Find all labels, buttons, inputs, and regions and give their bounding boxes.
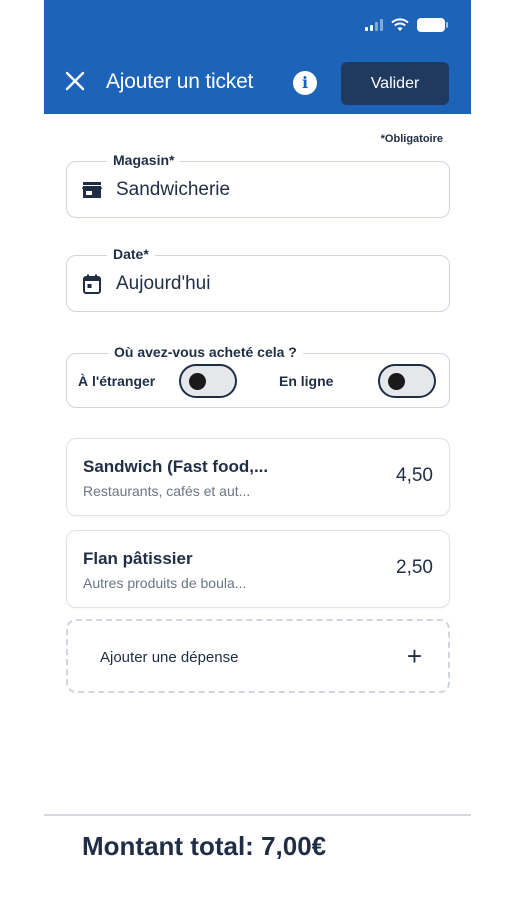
info-icon[interactable]: i xyxy=(293,71,317,95)
abroad-label: À l'étranger xyxy=(78,373,156,389)
divider xyxy=(44,814,471,816)
validate-button[interactable]: Valider xyxy=(341,62,449,105)
expense-amount: 2,50 xyxy=(396,557,433,578)
page-title: Ajouter un ticket xyxy=(106,70,254,93)
total-amount: Montant total: 7,00€ xyxy=(82,831,327,861)
status-icons xyxy=(365,18,448,32)
online-toggle[interactable] xyxy=(378,364,436,398)
signal-icon xyxy=(365,19,383,31)
plus-icon: + xyxy=(406,641,422,671)
date-label: Date* xyxy=(107,246,155,262)
purchase-place-label: Où avez-vous acheté cela ? xyxy=(108,344,303,360)
status-bar xyxy=(44,0,471,48)
expense-item[interactable]: Flan pâtissier Autres produits de boula.… xyxy=(66,530,450,608)
expense-category: Restaurants, cafés et aut... xyxy=(83,483,251,499)
close-icon[interactable] xyxy=(62,68,88,94)
expense-title: Flan pâtissier xyxy=(83,549,193,568)
calendar-icon xyxy=(83,274,101,294)
purchase-place-box: Où avez-vous acheté cela ? À l'étranger … xyxy=(66,344,450,408)
date-value: Aujourd'hui xyxy=(116,273,211,294)
required-note: *Obligatoire xyxy=(380,133,443,145)
date-field[interactable]: Date* Aujourd'hui xyxy=(66,246,450,312)
expense-item[interactable]: Sandwich (Fast food,... Restaurants, caf… xyxy=(66,438,450,516)
add-expense-button[interactable]: Ajouter une dépense + xyxy=(66,619,450,693)
wifi-icon xyxy=(391,18,409,31)
expense-title: Sandwich (Fast food,... xyxy=(83,457,269,476)
add-expense-label: Ajouter une dépense xyxy=(100,649,239,666)
toggle-knob xyxy=(189,373,206,390)
expense-amount: 4,50 xyxy=(396,465,433,486)
expense-category: Autres produits de boula... xyxy=(83,575,247,591)
toggle-knob xyxy=(388,373,405,390)
screen: Ajouter un ticket i Valider *Obligatoire… xyxy=(44,0,471,900)
store-value: Sandwicherie xyxy=(116,179,231,200)
app-bar: Ajouter un ticket i Valider xyxy=(44,48,471,114)
store-field[interactable]: Magasin* Sandwicherie xyxy=(66,152,450,218)
store-label: Magasin* xyxy=(107,152,181,168)
battery-icon xyxy=(417,18,448,32)
abroad-toggle[interactable] xyxy=(179,364,237,398)
store-icon xyxy=(82,182,102,198)
online-label: En ligne xyxy=(279,373,334,389)
